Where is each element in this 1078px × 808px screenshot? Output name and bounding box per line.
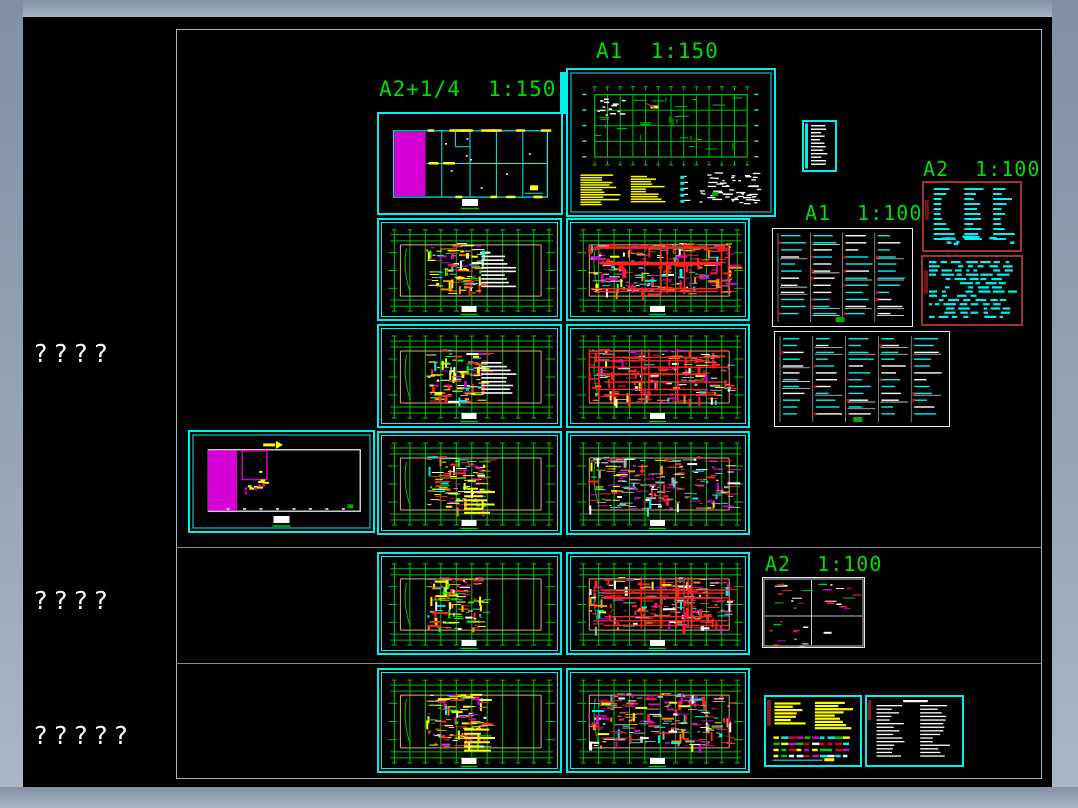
window-chrome-right (1052, 0, 1078, 808)
scale-label-a2-100-schedules: A2 1:100 (923, 157, 1041, 181)
cad-drawing-graphic (570, 556, 746, 651)
cad-drawing-graphic (779, 336, 942, 422)
cad-drawing-graphic (767, 700, 854, 762)
window-chrome-bottom (0, 787, 1078, 808)
cad-drawing-graphic (925, 188, 1015, 246)
riser-diagram-sheet-1 (772, 228, 913, 327)
cad-drawing-graphic (570, 72, 772, 213)
cad-drawing-graphic (381, 556, 558, 651)
cad-drawing-graphic (924, 261, 1017, 318)
cad-drawing-graphic (777, 233, 905, 322)
section-divider-2 (176, 663, 1042, 664)
legend-table-sheet (764, 695, 862, 767)
cad-drawing-graphic (381, 672, 558, 769)
cad-drawing-graphic (381, 222, 558, 317)
cad-drawing-graphic (570, 328, 746, 424)
cad-drawing-graphic (763, 578, 864, 647)
detail-quad-sheet (762, 577, 865, 648)
floor-plan-s2c1 (377, 552, 562, 655)
scale-label-a1-150: A1 1:150 (596, 39, 719, 63)
sheet-set-label-1: ???? (33, 339, 114, 368)
floor-plan-r2c1 (377, 218, 562, 321)
notes-sheet (865, 695, 964, 767)
window-chrome-left (0, 0, 23, 808)
cad-drawing-graphic (570, 222, 746, 317)
scale-label-a1-100: A1 1:100 (805, 201, 923, 225)
schedule-sheet-red-2 (921, 255, 1023, 326)
floor-plan-s3c1 (377, 668, 562, 773)
cad-drawing-graphic (381, 435, 558, 531)
cad-viewer-window: ???? ???? ????? A2+1/4 1:150 A1 1:150 A1… (0, 0, 1078, 808)
sheet-edge-tab (560, 72, 566, 114)
roof-plan-thumb (188, 430, 375, 533)
cad-drawing-graphic (570, 672, 746, 769)
sheet-set-label-2: ???? (33, 586, 114, 615)
floor-plan-r3c2 (566, 324, 750, 428)
cad-drawing-graphic (867, 700, 950, 757)
scale-label-a2-100-details: A2 1:100 (765, 552, 883, 576)
small-schedule-table (802, 120, 837, 172)
section-divider-1 (176, 547, 1042, 548)
sheet-thumb-a1-150-grid-plan (560, 68, 776, 217)
floor-plan-s2c2 (566, 552, 750, 655)
floor-plan-r4c1 (377, 431, 562, 535)
floor-plan-s3c2 (566, 668, 750, 773)
cad-drawing-graphic (393, 129, 552, 210)
riser-diagram-sheet-2 (774, 331, 950, 427)
cad-drawing-graphic (192, 434, 371, 529)
schedule-sheet-red-1 (922, 181, 1022, 252)
cad-drawing-graphic (570, 435, 746, 531)
sheet-set-label-3: ????? (33, 721, 134, 750)
floor-plan-r3c1 (377, 324, 562, 428)
sheet-thumb-a2-quarter-plan (377, 112, 563, 215)
floor-plan-r2c2 (566, 218, 750, 321)
cad-drawing-graphic (381, 328, 558, 424)
window-chrome-top (0, 0, 1078, 17)
floor-plan-r4c2 (566, 431, 750, 535)
cad-drawing-graphic (805, 123, 828, 169)
scale-label-a2-quarter: A2+1/4 1:150 (379, 77, 557, 101)
